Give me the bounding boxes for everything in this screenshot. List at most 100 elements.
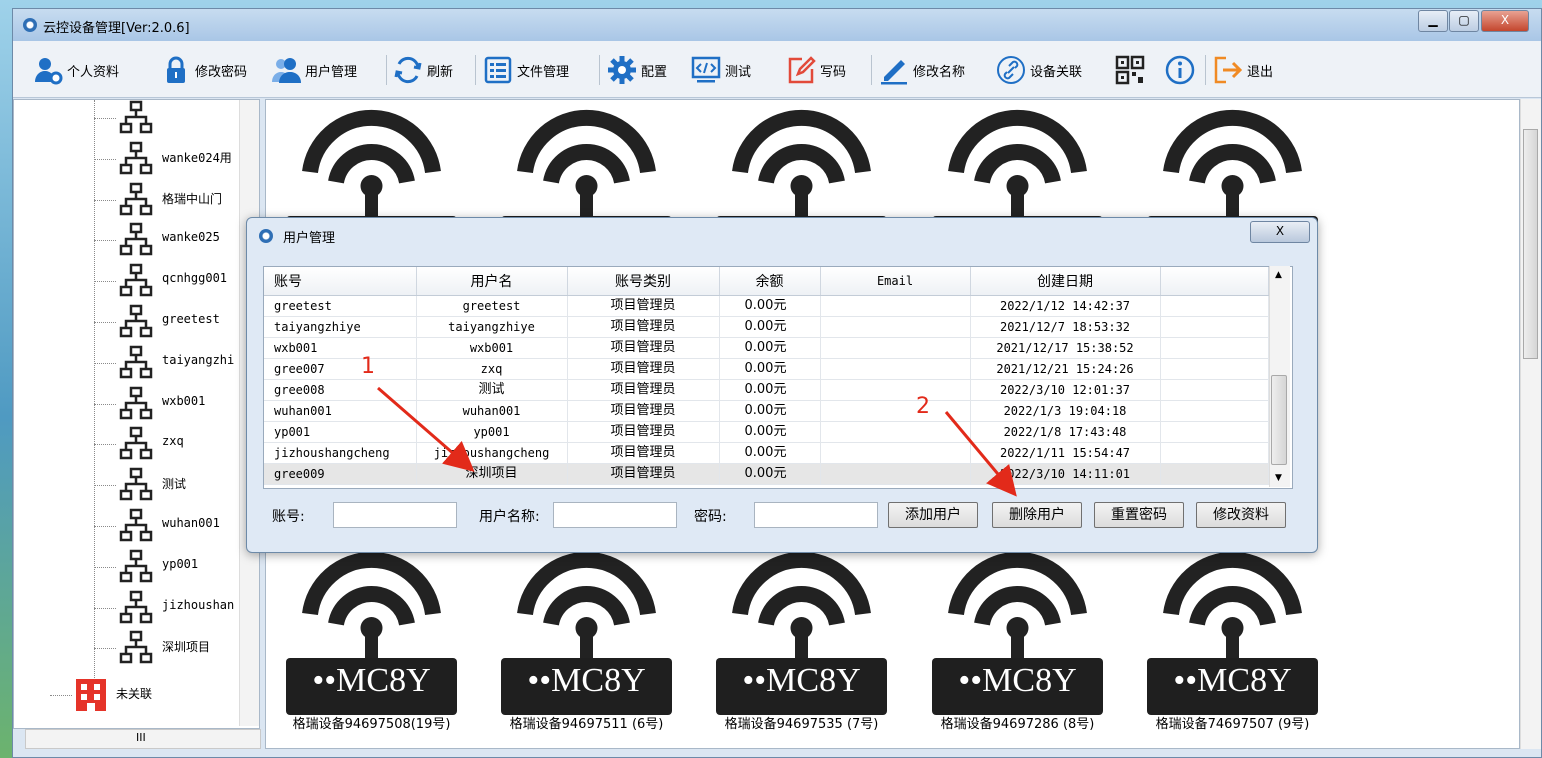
- tree-item[interactable]: wxb001: [14, 384, 239, 424]
- tree-connector: [94, 403, 116, 405]
- password-input[interactable]: [754, 502, 878, 528]
- edit-box-icon: [788, 56, 816, 84]
- scroll-up-icon[interactable]: ▲: [1275, 270, 1282, 280]
- tree-item[interactable]: qcnhgg001: [14, 261, 239, 301]
- toolbar-exit-button[interactable]: 退出: [1213, 53, 1273, 87]
- tree-item[interactable]: 测试: [14, 465, 239, 505]
- title-bar[interactable]: 云控设备管理[Ver:2.0.6] ▁ ▢ X: [13, 9, 1541, 41]
- column-header-account[interactable]: 账号: [264, 267, 417, 296]
- scroll-thumb[interactable]: [1523, 129, 1538, 359]
- minimize-button[interactable]: ▁: [1418, 10, 1448, 32]
- device-tile[interactable]: ••MC8Y 格瑞设备94697286 (8号): [930, 540, 1105, 748]
- tree-item[interactable]: 深圳项目: [14, 628, 239, 668]
- maximize-button[interactable]: ▢: [1449, 10, 1479, 32]
- tree-item[interactable]: [14, 100, 239, 138]
- account-input[interactable]: [333, 502, 457, 528]
- device-name-label: 格瑞设备94697535 (7号): [724, 717, 879, 732]
- tree-item[interactable]: wanke024用: [14, 139, 239, 179]
- cell-email: [820, 358, 971, 380]
- column-header-type[interactable]: 账号类别: [567, 267, 720, 296]
- device-tile[interactable]: ••MC8Y 格瑞设备74697507 (9号): [1145, 540, 1320, 748]
- table-row[interactable]: wuhan001 wuhan001 项目管理员 0.00元 2022/1/3 19:04…: [264, 400, 1269, 422]
- column-header-created[interactable]: 创建日期: [970, 267, 1161, 296]
- password-label: 密码:: [694, 509, 727, 525]
- toolbar-link-button[interactable]: 设备关联: [996, 53, 1082, 87]
- device-brand-text: ••MC8Y: [1173, 662, 1292, 699]
- toolbar-password-button[interactable]: 修改密码: [161, 53, 247, 87]
- tree-item[interactable]: yp001: [14, 547, 239, 587]
- table-row[interactable]: gree008 测试 项目管理员 0.00元 2022/3/10 12:01:37: [264, 379, 1269, 401]
- tree-horizontal-scrollbar[interactable]: III: [25, 729, 261, 749]
- cell-account: wxb001: [264, 337, 417, 359]
- dialog-close-button[interactable]: X: [1250, 221, 1310, 243]
- cell-balance: 0.00元: [719, 295, 821, 317]
- device-brand-text: ••MC8Y: [958, 662, 1077, 699]
- cell-username: wuhan001: [416, 400, 568, 422]
- toolbar-files-button[interactable]: 文件管理: [483, 53, 569, 87]
- cell-type: 项目管理员: [567, 337, 720, 359]
- tree-connector: [94, 281, 116, 283]
- tree-item[interactable]: wanke025: [14, 220, 239, 260]
- device-tile[interactable]: ••MC8Y 格瑞设备94697511 (6号): [499, 540, 674, 748]
- table-row[interactable]: jizhoushangcheng jizhoushangcheng 项目管理员 0.0…: [264, 442, 1269, 464]
- column-header-balance[interactable]: 余额: [719, 267, 821, 296]
- tree-item-unlinked[interactable]: 未关联: [14, 675, 239, 715]
- table-row[interactable]: wxb001 wxb001 项目管理员 0.00元 2021/12/17 15:38:5…: [264, 337, 1269, 359]
- tree-item-label: qcnhgg001: [162, 271, 228, 286]
- add-user-button[interactable]: 添加用户: [888, 502, 978, 528]
- tree-item-label: yp001: [162, 556, 199, 571]
- edit-profile-button[interactable]: 修改资料: [1196, 502, 1286, 528]
- device-name-label: 格瑞设备94697286 (8号): [940, 717, 1095, 732]
- toolbar-write-button[interactable]: 写码: [786, 53, 846, 87]
- table-scroll-thumb[interactable]: [1271, 375, 1287, 465]
- table-row[interactable]: taiyangzhiye taiyangzhiye 项目管理员 0.00元 2021/1…: [264, 316, 1269, 338]
- table-row[interactable]: greetest greetest 项目管理员 0.00元 2022/1/12 14:4…: [264, 295, 1269, 317]
- toolbar-separator: [871, 55, 872, 85]
- toolbar-refresh-button[interactable]: 刷新: [393, 53, 453, 87]
- username-input[interactable]: [553, 502, 677, 528]
- table-row[interactable]: gree009 深圳项目 项目管理员 0.00元 2022/3/10 14:11:01: [264, 463, 1269, 485]
- tree-item[interactable]: taiyangzhi: [14, 343, 239, 383]
- toolbar-test-button[interactable]: 测试: [691, 53, 751, 87]
- toolbar-info-button[interactable]: [1165, 53, 1195, 87]
- tree-item[interactable]: 格瑞中山门: [14, 180, 239, 220]
- main-vertical-scrollbar[interactable]: [1520, 99, 1541, 749]
- tree-connector: [94, 199, 116, 201]
- table-row[interactable]: gree007 zxq 项目管理员 0.00元 2021/12/21 15:24:26: [264, 358, 1269, 380]
- close-button[interactable]: X: [1481, 10, 1529, 32]
- toolbar-qr-button[interactable]: [1115, 53, 1145, 87]
- cell-type: 项目管理员: [567, 400, 720, 422]
- device-tile[interactable]: ••MC8Y 格瑞设备94697508(19号): [284, 540, 459, 748]
- tree-item[interactable]: jizhoushan: [14, 588, 239, 628]
- toolbar-rename-button[interactable]: 修改名称: [879, 53, 965, 87]
- cell-account: gree009: [264, 463, 417, 485]
- scroll-down-icon[interactable]: ▼: [1275, 473, 1282, 483]
- column-header-username[interactable]: 用户名: [416, 267, 568, 296]
- tree-item[interactable]: wuhan001: [14, 506, 239, 546]
- device-brand-text: ••MC8Y: [742, 662, 861, 699]
- cell-email: [820, 295, 971, 317]
- column-header-email[interactable]: Email: [820, 267, 971, 296]
- reset-password-button[interactable]: 重置密码: [1094, 502, 1184, 528]
- tree-item[interactable]: zxq: [14, 424, 239, 464]
- tree-item[interactable]: greetest: [14, 302, 239, 342]
- tree-connector: [94, 566, 116, 568]
- toolbar-users-label: 用户管理: [305, 64, 358, 80]
- cell-email: [820, 463, 971, 485]
- network-node-icon: [118, 222, 154, 258]
- cell-balance: 0.00元: [719, 400, 821, 422]
- toolbar-users-button[interactable]: 用户管理: [271, 53, 357, 87]
- table-row[interactable]: yp001 yp001 项目管理员 0.00元 2022/1/8 17:43:48: [264, 421, 1269, 443]
- toolbar-separator: [386, 55, 387, 85]
- toolbar-profile-button[interactable]: 个人资料: [33, 53, 119, 87]
- cell-blank: [1160, 316, 1269, 338]
- cell-account: gree008: [264, 379, 417, 401]
- cell-blank: [1160, 295, 1269, 317]
- device-name-label: 格瑞设备74697507 (9号): [1155, 717, 1310, 732]
- tree-item-label: jizhoushan: [162, 597, 235, 612]
- toolbar-config-button[interactable]: 配置: [607, 53, 667, 87]
- refresh-icon: [394, 56, 422, 84]
- delete-user-button[interactable]: 删除用户: [992, 502, 1082, 528]
- cell-balance: 0.00元: [719, 463, 821, 485]
- device-tile[interactable]: ••MC8Y 格瑞设备94697535 (7号): [714, 540, 889, 748]
